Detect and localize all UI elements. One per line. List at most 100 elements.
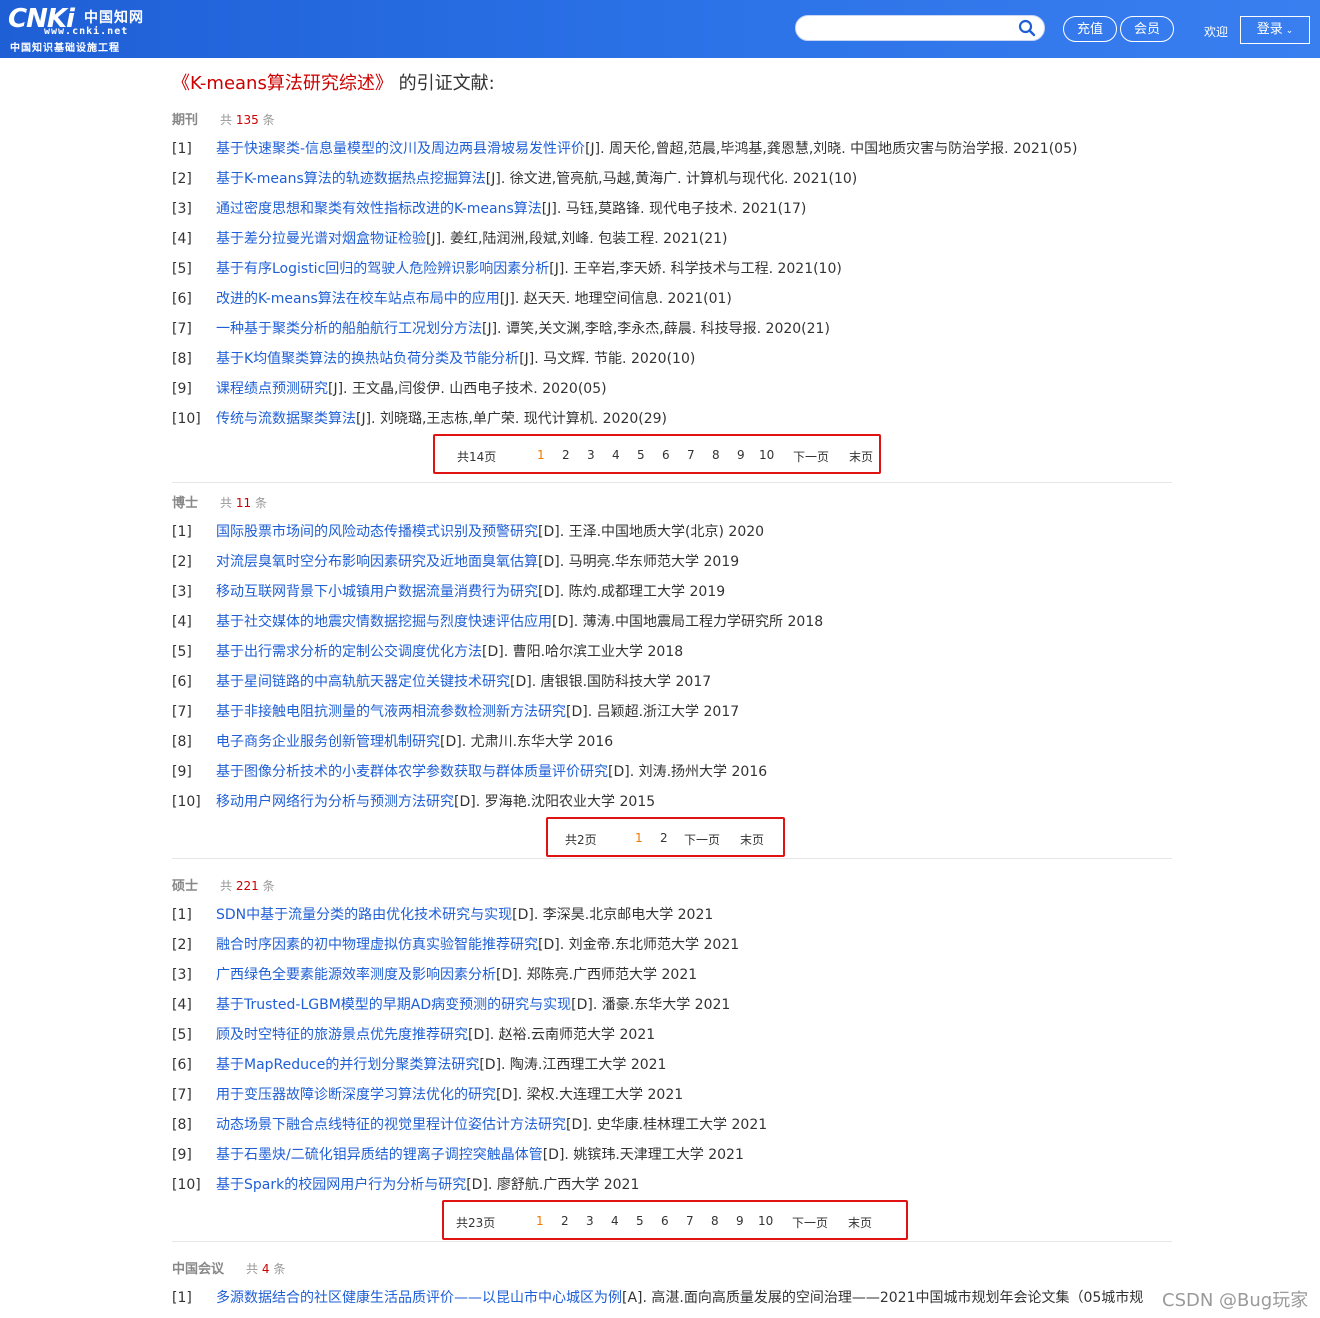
citation-reference: 基于社交媒体的地震灾情数据挖掘与烈度快速评估应用[D]. 薄涛.中国地震局工程力… <box>216 612 823 632</box>
citation-meta: [D]. 姚镔玮.天津理工大学 2021 <box>542 1147 744 1163</box>
citation-title-link[interactable]: 基于社交媒体的地震灾情数据挖掘与烈度快速评估应用 <box>216 614 552 630</box>
citation-title-link[interactable]: 基于星间链路的中高轨航天器定位关键技术研究 <box>216 674 510 690</box>
citation-title-link[interactable]: 基于Spark的校园网用户行为分析与研究 <box>216 1177 466 1193</box>
citation-title-link[interactable]: 电子商务企业服务创新管理机制研究 <box>216 734 440 750</box>
section-count: 共 11 条 <box>220 496 267 510</box>
pagination-last[interactable]: 末页 <box>740 831 764 848</box>
pagination-page-6[interactable]: 6 <box>661 1214 669 1228</box>
citation-row: [5] 基于出行需求分析的定制公交调度优化方法[D]. 曹阳.哈尔滨工业大学 20… <box>172 642 1172 672</box>
pagination-page-5[interactable]: 5 <box>636 1214 644 1228</box>
pagination-next[interactable]: 下一页 <box>793 448 829 465</box>
citation-title-link[interactable]: 基于出行需求分析的定制公交调度优化方法 <box>216 644 482 660</box>
citation-title-link[interactable]: 多源数据结合的社区健康生活品质评价——以昆山市中心城区为例 <box>216 1290 622 1306</box>
pagination-page-10[interactable]: 10 <box>759 448 774 462</box>
citation-title-link[interactable]: SDN中基于流量分类的路由优化技术研究与实现 <box>216 907 512 923</box>
pagination-total: 共2页 <box>565 833 597 847</box>
citation-meta: [J]. 王辛岩,李天娇. 科学技术与工程. 2021(10) <box>549 261 842 277</box>
count-suffix: 条 <box>262 879 275 893</box>
citation-title-link[interactable]: 一种基于聚类分析的船舶航行工况划分方法 <box>216 321 482 337</box>
citation-index: [2] <box>172 937 192 953</box>
count-prefix: 共 <box>220 879 233 893</box>
section-name[interactable]: 硕士 <box>172 879 198 894</box>
search-input[interactable] <box>806 19 1010 39</box>
pagination-next[interactable]: 下一页 <box>684 831 720 848</box>
pagination-page-9[interactable]: 9 <box>737 448 745 462</box>
pagination-page-10[interactable]: 10 <box>758 1214 773 1228</box>
pagination-page-3[interactable]: 3 <box>587 448 595 462</box>
citation-title-link[interactable]: 广西绿色全要素能源效率测度及影响因素分析 <box>216 967 496 983</box>
citation-title-link[interactable]: 基于Trusted-LGBM模型的早期AD病变预测的研究与实现 <box>216 997 571 1013</box>
section-name[interactable]: 中国会议 <box>172 1262 224 1277</box>
section-name[interactable]: 博士 <box>172 496 198 511</box>
citation-title-link[interactable]: 基于快速聚类-信息量模型的汶川及周边两县滑坡易发性评价 <box>216 141 585 157</box>
citation-title-link[interactable]: 顾及时空特征的旅游景点优先度推荐研究 <box>216 1027 468 1043</box>
citation-title-link[interactable]: 课程绩点预测研究 <box>216 381 328 397</box>
citation-index: [7] <box>172 321 192 337</box>
citation-meta: [J]. 刘晓璐,王志栋,单广荣. 现代计算机. 2020(29) <box>356 411 668 427</box>
pagination-last[interactable]: 末页 <box>848 1214 872 1231</box>
citation-title-link[interactable]: 基于MapReduce的并行划分聚类算法研究 <box>216 1057 479 1073</box>
citation-title-link[interactable]: 动态场景下融合点线特征的视觉里程计位姿估计方法研究 <box>216 1117 566 1133</box>
recharge-button[interactable]: 充值 <box>1063 16 1117 42</box>
citation-meta: [D]. 刘涛.扬州大学 2016 <box>608 764 768 780</box>
citation-title-link[interactable]: 通过密度思想和聚类有效性指标改进的K-means算法 <box>216 201 542 217</box>
citation-title-link[interactable]: 基于K均值聚类算法的换热站负荷分类及节能分析 <box>216 351 519 367</box>
pagination-page-2[interactable]: 2 <box>660 831 668 845</box>
pagination-page-2[interactable]: 2 <box>561 1214 569 1228</box>
citation-title-link[interactable]: 对流层臭氧时空分布影响因素研究及近地面臭氧估算 <box>216 554 538 570</box>
section-name[interactable]: 期刊 <box>172 113 198 128</box>
citation-title-link[interactable]: 国际股票市场间的风险动态传播模式识别及预警研究 <box>216 524 538 540</box>
pagination-page-9[interactable]: 9 <box>736 1214 744 1228</box>
citation-meta: [J]. 谭笑,关文渊,李晗,李永杰,薛晨. 科技导报. 2020(21) <box>482 321 830 337</box>
pagination-next[interactable]: 下一页 <box>792 1214 828 1231</box>
pagination-page-4[interactable]: 4 <box>612 448 620 462</box>
count-prefix: 共 <box>246 1262 259 1276</box>
login-label: 登录 <box>1256 22 1283 37</box>
citation-title-link[interactable]: 基于差分拉曼光谱对烟盒物证检验 <box>216 231 426 247</box>
pagination-page-8[interactable]: 8 <box>712 448 720 462</box>
search-icon[interactable] <box>1018 19 1036 37</box>
citation-title-link[interactable]: 基于有序Logistic回归的驾驶人危险辨识影响因素分析 <box>216 261 549 277</box>
citation-title-link[interactable]: 移动互联网背景下小城镇用户数据流量消费行为研究 <box>216 584 538 600</box>
citation-title-link[interactable]: 融合时序因素的初中物理虚拟仿真实验智能推荐研究 <box>216 937 538 953</box>
citation-reference: 基于非接触电阻抗测量的气液两相流参数检测新方法研究[D]. 吕颖超.浙江大学 2… <box>216 702 739 722</box>
citation-meta: [D]. 马明亮.华东师范大学 2019 <box>538 554 740 570</box>
count-suffix: 条 <box>254 496 267 510</box>
citation-index: [6] <box>172 291 192 307</box>
pagination-page-1[interactable]: 1 <box>536 1214 544 1228</box>
pagination-page-1[interactable]: 1 <box>537 448 545 462</box>
member-button[interactable]: 会员 <box>1120 16 1174 42</box>
section-header: 博士 共 11 条 <box>172 492 267 512</box>
count-prefix: 共 <box>220 113 233 127</box>
citation-index: [4] <box>172 231 192 247</box>
citation-title-link[interactable]: 改进的K-means算法在校车站点布局中的应用 <box>216 291 500 307</box>
pagination-page-1[interactable]: 1 <box>635 831 643 845</box>
pagination-last[interactable]: 末页 <box>849 448 873 465</box>
source-article-link[interactable]: 《K-means算法研究综述》 <box>172 73 393 94</box>
pagination-page-5[interactable]: 5 <box>637 448 645 462</box>
pagination-page-6[interactable]: 6 <box>662 448 670 462</box>
pagination-page-8[interactable]: 8 <box>711 1214 719 1228</box>
citation-reference: 国际股票市场间的风险动态传播模式识别及预警研究[D]. 王泽.中国地质大学(北京… <box>216 522 764 542</box>
citation-title-link[interactable]: 基于非接触电阻抗测量的气液两相流参数检测新方法研究 <box>216 704 566 720</box>
citation-title-link[interactable]: 基于石墨炔/二硫化钼异质结的锂离子调控突触晶体管 <box>216 1147 543 1163</box>
citation-index: [7] <box>172 704 192 720</box>
citation-meta: [J]. 姜红,陆润洲,段斌,刘峰. 包装工程. 2021(21) <box>426 231 728 247</box>
citation-row: [4] 基于Trusted-LGBM模型的早期AD病变预测的研究与实现[D]. 潘… <box>172 995 1172 1025</box>
citation-meta: [D]. 王泽.中国地质大学(北京) 2020 <box>538 524 765 540</box>
pagination-page-2[interactable]: 2 <box>562 448 570 462</box>
pagination-page-7[interactable]: 7 <box>686 1214 694 1228</box>
pagination-page-4[interactable]: 4 <box>611 1214 619 1228</box>
pagination-page-3[interactable]: 3 <box>586 1214 594 1228</box>
citation-title-link[interactable]: 传统与流数据聚类算法 <box>216 411 356 427</box>
login-button[interactable]: 登录 ⌄ <box>1240 16 1310 44</box>
citation-row: [2] 融合时序因素的初中物理虚拟仿真实验智能推荐研究[D]. 刘金帝.东北师范大… <box>172 935 1172 965</box>
citation-title-link[interactable]: 基于图像分析技术的小麦群体农学参数获取与群体质量评价研究 <box>216 764 608 780</box>
citation-reference: 顾及时空特征的旅游景点优先度推荐研究[D]. 赵裕.云南师范大学 2021 <box>216 1025 655 1045</box>
citation-title-link[interactable]: 基于K-means算法的轨迹数据热点挖掘算法 <box>216 171 486 187</box>
citation-row: [3] 移动互联网背景下小城镇用户数据流量消费行为研究[D]. 陈灼.成都理工大学… <box>172 582 1172 612</box>
citation-title-link[interactable]: 用于变压器故障诊断深度学习算法优化的研究 <box>216 1087 496 1103</box>
cnki-logo[interactable]: CNKi 中国知网 www.cnki.net 中国知识基础设施工程 <box>8 4 158 54</box>
citation-title-link[interactable]: 移动用户网络行为分析与预测方法研究 <box>216 794 454 810</box>
pagination-page-7[interactable]: 7 <box>687 448 695 462</box>
